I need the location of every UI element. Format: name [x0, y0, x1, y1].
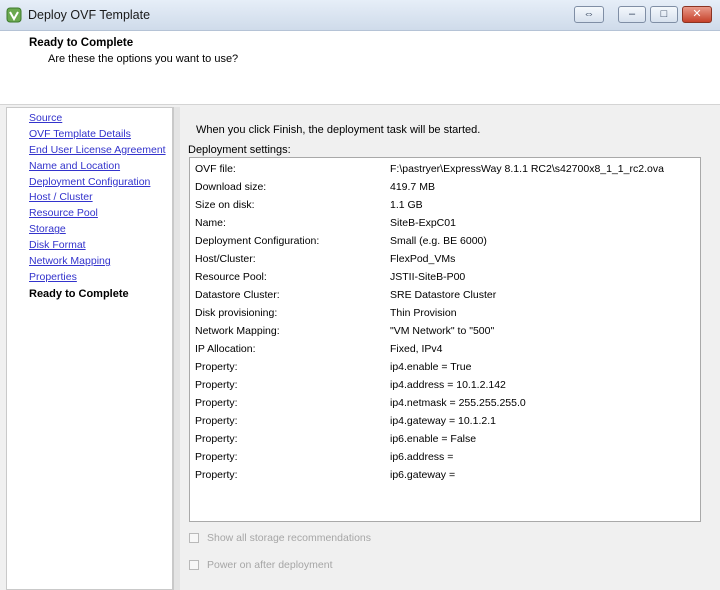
power-on-label: Power on after deployment	[207, 559, 333, 571]
settings-value: 419.7 MB	[390, 181, 435, 193]
power-on-checkbox[interactable]	[189, 560, 199, 571]
settings-key: Datastore Cluster:	[195, 289, 280, 301]
page-subtitle: Are these the options you want to use?	[48, 53, 239, 65]
settings-key: Disk provisioning:	[195, 307, 278, 319]
settings-key: Size on disk:	[195, 199, 255, 211]
power-on-checkbox-row[interactable]: Power on after deployment	[189, 558, 333, 574]
settings-value: ip6.gateway =	[390, 469, 456, 481]
settings-value: FlexPod_VMs	[390, 253, 456, 265]
settings-row: Name: SiteB-ExpC01	[195, 214, 695, 232]
settings-value: ip4.enable = True	[390, 361, 472, 373]
step-link-source[interactable]: Source	[29, 111, 166, 127]
step-link-resource-pool[interactable]: Resource Pool	[29, 206, 166, 222]
step-link-storage[interactable]: Storage	[29, 222, 166, 238]
settings-row: Property: ip6.gateway =	[195, 466, 695, 484]
settings-row: Property: ip4.address = 10.1.2.142	[195, 376, 695, 394]
sidebar-splitter[interactable]	[173, 107, 180, 590]
settings-key: Resource Pool:	[195, 271, 267, 283]
settings-key: Property:	[195, 397, 238, 409]
intro-text: When you click Finish, the deployment ta…	[196, 124, 481, 136]
settings-row: Property: ip6.address =	[195, 448, 695, 466]
settings-value: ip4.gateway = 10.1.2.1	[390, 415, 496, 427]
vsphere-app-icon	[6, 7, 22, 23]
settings-row: Size on disk: 1.1 GB	[195, 196, 695, 214]
settings-row: Property: ip4.netmask = 255.255.255.0	[195, 394, 695, 412]
step-link-properties[interactable]: Properties	[29, 270, 166, 286]
deployment-settings-list: OVF file: F:\pastryer\ExpressWay 8.1.1 RC…	[189, 157, 701, 522]
settings-value: Small (e.g. BE 6000)	[390, 235, 487, 247]
settings-key: Property:	[195, 433, 238, 445]
settings-key: Property:	[195, 361, 238, 373]
settings-row: Property: ip4.gateway = 10.1.2.1	[195, 412, 695, 430]
wizard-steps-sidebar: Source OVF Template Details End User Lic…	[6, 107, 173, 590]
settings-value: JSTII-SiteB-P00	[390, 271, 466, 283]
deployment-settings-label: Deployment settings:	[188, 144, 291, 156]
restore-icon[interactable]: ⇔	[574, 6, 604, 23]
step-link-host-cluster[interactable]: Host / Cluster	[29, 190, 166, 206]
settings-key: IP Allocation:	[195, 343, 256, 355]
window-titlebar: Deploy OVF Template ⇔ ‒ □ ✕	[0, 0, 720, 31]
step-link-ovf-template-details[interactable]: OVF Template Details	[29, 127, 166, 143]
settings-row: Resource Pool: JSTII-SiteB-P00	[195, 268, 695, 286]
settings-key: Name:	[195, 217, 226, 229]
settings-key: OVF file:	[195, 163, 236, 175]
settings-key: Download size:	[195, 181, 267, 193]
show-storage-recommendations-checkbox[interactable]	[189, 533, 199, 544]
settings-key: Deployment Configuration:	[195, 235, 320, 247]
settings-value: ip6.enable = False	[390, 433, 477, 445]
step-link-eula[interactable]: End User License Agreement	[29, 143, 166, 159]
settings-row: Deployment Configuration: Small (e.g. BE …	[195, 232, 695, 250]
page-title: Ready to Complete	[29, 37, 134, 49]
wizard-header: Ready to Complete Are these the options …	[0, 31, 720, 105]
settings-key: Property:	[195, 451, 238, 463]
settings-key: Host/Cluster:	[195, 253, 256, 265]
settings-value: ip4.address = 10.1.2.142	[390, 379, 506, 391]
settings-row: OVF file: F:\pastryer\ExpressWay 8.1.1 RC…	[195, 160, 695, 178]
settings-row: Network Mapping: "VM Network" to "500"	[195, 322, 695, 340]
settings-row: Property: ip6.enable = False	[195, 430, 695, 448]
settings-row: IP Allocation: Fixed, IPv4	[195, 340, 695, 358]
settings-key: Property:	[195, 379, 238, 391]
settings-value: SiteB-ExpC01	[390, 217, 456, 229]
minimize-button[interactable]: ‒	[618, 6, 646, 23]
settings-row: Datastore Cluster: SRE Datastore Cluster	[195, 286, 695, 304]
settings-value: SRE Datastore Cluster	[390, 289, 497, 301]
settings-value: F:\pastryer\ExpressWay 8.1.1 RC2\s42700x…	[390, 163, 664, 175]
step-link-deployment-configuration[interactable]: Deployment Configuration	[29, 175, 166, 191]
settings-key: Network Mapping:	[195, 325, 280, 337]
settings-row: Download size: 419.7 MB	[195, 178, 695, 196]
step-link-network-mapping[interactable]: Network Mapping	[29, 254, 166, 270]
step-link-name-location[interactable]: Name and Location	[29, 159, 166, 175]
settings-row: Property: ip4.enable = True	[195, 358, 695, 376]
settings-row: Host/Cluster: FlexPod_VMs	[195, 250, 695, 268]
settings-value: Thin Provision	[390, 307, 457, 319]
settings-key: Property:	[195, 469, 238, 481]
main-panel: When you click Finish, the deployment ta…	[180, 107, 720, 590]
close-button[interactable]: ✕	[682, 6, 712, 23]
settings-value: ip6.address =	[390, 451, 454, 463]
settings-value: ip4.netmask = 255.255.255.0	[390, 397, 526, 409]
settings-value: "VM Network" to "500"	[390, 325, 495, 337]
step-current-ready-to-complete: Ready to Complete	[29, 287, 129, 300]
maximize-button[interactable]: □	[650, 6, 678, 23]
wizard-steps-list: Source OVF Template Details End User Lic…	[29, 111, 166, 302]
show-storage-recommendations-checkbox-row[interactable]: Show all storage recommendations	[189, 531, 371, 547]
settings-row: Disk provisioning: Thin Provision	[195, 304, 695, 322]
settings-key: Property:	[195, 415, 238, 427]
settings-value: Fixed, IPv4	[390, 343, 443, 355]
settings-value: 1.1 GB	[390, 199, 423, 211]
step-link-disk-format[interactable]: Disk Format	[29, 238, 166, 254]
window-title: Deploy OVF Template	[28, 8, 151, 22]
show-storage-recommendations-label: Show all storage recommendations	[207, 532, 372, 544]
